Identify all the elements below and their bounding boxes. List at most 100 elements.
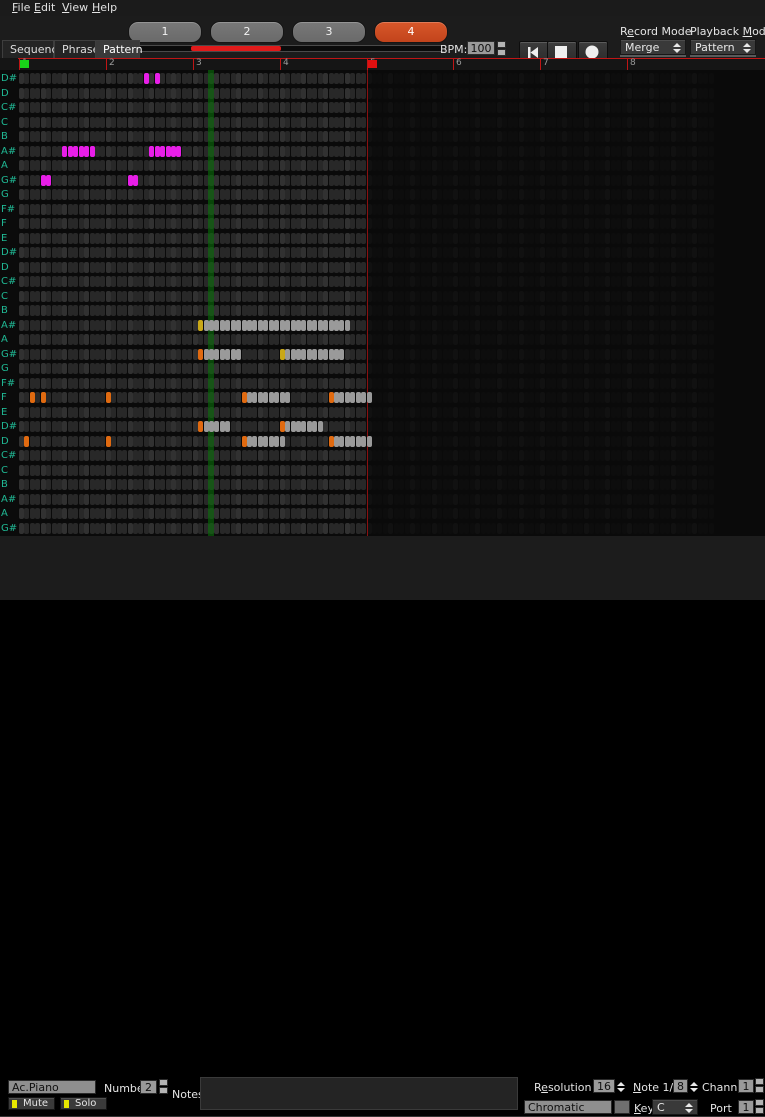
note-sustain[interactable]: [236, 320, 241, 331]
grid-cell[interactable]: [111, 363, 116, 374]
grid-cell[interactable]: [491, 508, 496, 519]
grid-cell[interactable]: [100, 247, 105, 258]
grid-cell[interactable]: [356, 117, 361, 128]
grid-cell[interactable]: [100, 131, 105, 142]
grid-cell[interactable]: [600, 436, 605, 447]
grid-cell[interactable]: [627, 102, 632, 113]
grid-cell[interactable]: [676, 73, 681, 84]
grid-cell[interactable]: [513, 204, 518, 215]
grid-cell[interactable]: [171, 523, 176, 534]
grid-cell[interactable]: [399, 349, 404, 360]
grid-cell[interactable]: [117, 465, 122, 476]
grid-cell[interactable]: [377, 305, 382, 316]
grid-cell[interactable]: [709, 73, 714, 84]
grid-cell[interactable]: [155, 508, 160, 519]
grid-cell[interactable]: [595, 160, 600, 171]
grid-cell[interactable]: [540, 218, 545, 229]
grid-cell[interactable]: [405, 523, 410, 534]
grid-cell[interactable]: [19, 494, 24, 505]
grid-cell[interactable]: [111, 349, 116, 360]
grid-cell[interactable]: [269, 175, 274, 186]
grid-cell[interactable]: [182, 494, 187, 505]
grid-cell[interactable]: [220, 508, 225, 519]
grid-cell[interactable]: [562, 334, 567, 345]
grid-cell[interactable]: [171, 407, 176, 418]
grid-cell[interactable]: [301, 508, 306, 519]
grid-cell[interactable]: [573, 117, 578, 128]
grid-cell[interactable]: [415, 189, 420, 200]
grid-cell[interactable]: [247, 494, 252, 505]
grid-cell[interactable]: [187, 523, 192, 534]
grid-cell[interactable]: [627, 117, 632, 128]
grid-cell[interactable]: [383, 276, 388, 287]
grid-cell[interactable]: [68, 378, 73, 389]
grid-cell[interactable]: [643, 189, 648, 200]
grid-cell[interactable]: [687, 247, 692, 258]
grid-cell[interactable]: [654, 262, 659, 273]
grid-cell[interactable]: [513, 160, 518, 171]
grid-cell[interactable]: [242, 218, 247, 229]
grid-cell[interactable]: [356, 102, 361, 113]
grid-cell[interactable]: [551, 392, 556, 403]
grid-cell[interactable]: [421, 218, 426, 229]
grid-cell[interactable]: [79, 334, 84, 345]
grid-cell[interactable]: [291, 146, 296, 157]
grid-cell[interactable]: [345, 305, 350, 316]
grid-cell[interactable]: [166, 117, 171, 128]
grid-cell[interactable]: [100, 407, 105, 418]
grid-cell[interactable]: [481, 204, 486, 215]
grid-cell[interactable]: [41, 102, 46, 113]
grid-cell[interactable]: [660, 291, 665, 302]
grid-cell[interactable]: [622, 131, 627, 142]
grid-cell[interactable]: [573, 73, 578, 84]
grid-cell[interactable]: [149, 479, 154, 490]
grid-cell[interactable]: [502, 117, 507, 128]
grid-cell[interactable]: [464, 88, 469, 99]
grid-cell[interactable]: [377, 508, 382, 519]
grid-cell[interactable]: [84, 88, 89, 99]
grid-cell[interactable]: [312, 131, 317, 142]
grid-cell[interactable]: [665, 378, 670, 389]
grid-cell[interactable]: [681, 262, 686, 273]
grid-cell[interactable]: [383, 436, 388, 447]
grid-cell[interactable]: [546, 102, 551, 113]
grid-cell[interactable]: [339, 305, 344, 316]
grid-cell[interactable]: [220, 378, 225, 389]
grid-cell[interactable]: [339, 247, 344, 258]
grid-cell[interactable]: [486, 349, 491, 360]
grid-cell[interactable]: [481, 291, 486, 302]
grid-cell[interactable]: [263, 233, 268, 244]
grid-cell[interactable]: [111, 247, 116, 258]
grid-cell[interactable]: [90, 378, 95, 389]
grid-cell[interactable]: [274, 523, 279, 534]
grid-cell[interactable]: [193, 189, 198, 200]
grid-cell[interactable]: [654, 349, 659, 360]
grid-cell[interactable]: [274, 218, 279, 229]
grid-cell[interactable]: [388, 523, 393, 534]
grid-cell[interactable]: [426, 262, 431, 273]
grid-cell[interactable]: [329, 407, 334, 418]
grid-cell[interactable]: [117, 233, 122, 244]
grid-cell[interactable]: [502, 421, 507, 432]
grid-cell[interactable]: [231, 494, 236, 505]
grid-cell[interactable]: [627, 88, 632, 99]
grid-cell[interactable]: [459, 320, 464, 331]
grid-cell[interactable]: [616, 88, 621, 99]
grid-cell[interactable]: [193, 131, 198, 142]
grid-cell[interactable]: [133, 233, 138, 244]
grid-cell[interactable]: [242, 450, 247, 461]
grid-cell[interactable]: [589, 349, 594, 360]
grid-cell[interactable]: [383, 363, 388, 374]
grid-cell[interactable]: [138, 508, 143, 519]
grid-cell[interactable]: [437, 175, 442, 186]
grid-cell[interactable]: [573, 407, 578, 418]
grid-cell[interactable]: [84, 494, 89, 505]
note-sustain[interactable]: [334, 349, 339, 360]
grid-cell[interactable]: [214, 392, 219, 403]
grid-cell[interactable]: [345, 276, 350, 287]
grid-cell[interactable]: [62, 450, 67, 461]
grid-cell[interactable]: [30, 131, 35, 142]
grid-cell[interactable]: [220, 189, 225, 200]
grid-cell[interactable]: [388, 247, 393, 258]
grid-cell[interactable]: [19, 73, 24, 84]
